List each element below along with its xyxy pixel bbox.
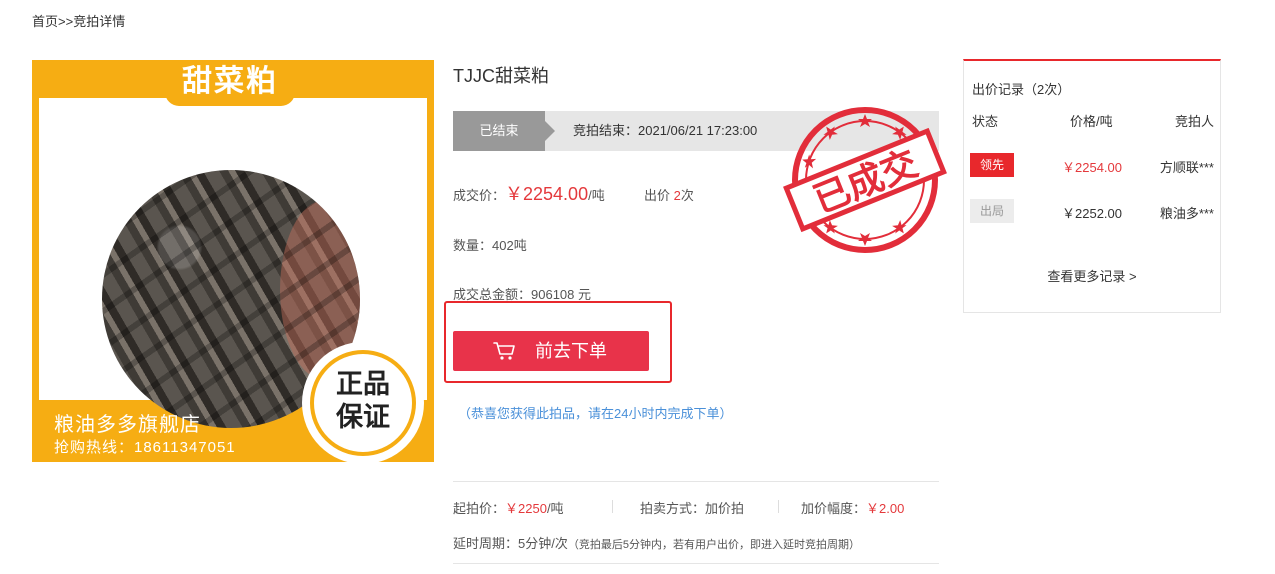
- status-out-tag: 出局: [970, 199, 1014, 223]
- delay-label: 延时周期：5分钟/次: [453, 536, 568, 551]
- breadcrumb-separator: >>: [58, 14, 74, 29]
- status-tag: 已结束: [453, 111, 555, 151]
- deal-price-label: 成交价：: [453, 188, 506, 203]
- go-order-label: 前去下单: [535, 341, 607, 361]
- product-title: TJJC甜菜粕: [453, 66, 549, 86]
- bid-count: 出价 2次: [644, 185, 694, 204]
- sold-stamp: 已成交: [783, 107, 947, 253]
- bid-records-header: 出价记录（2次）: [972, 82, 1071, 97]
- bid-count-label: 出价: [644, 188, 674, 203]
- start-price-unit: /吨: [546, 501, 564, 516]
- store-name: 粮油多多旗舰店: [54, 414, 201, 436]
- go-order-button[interactable]: 前去下单: [453, 331, 649, 371]
- info-separator: [612, 498, 613, 514]
- auction-end-time: 竞拍结束：2021/06/21 17:23:00: [573, 123, 758, 138]
- product-image: 甜菜粕 粮油多多旗舰店 抢购热线：18611347051 正品 保证: [32, 60, 434, 462]
- delay-period: 延时周期：5分钟/次（竞拍最后5分钟内，若有用户出价，即进入延时竞拍周期）: [453, 533, 860, 552]
- more-records-link[interactable]: 查看更多记录 >: [964, 266, 1220, 285]
- product-image-title: 甜菜粕: [165, 60, 295, 106]
- increment-value: ￥2.00: [866, 501, 905, 516]
- breadcrumb-home-link[interactable]: 首页: [32, 14, 58, 29]
- auction-method: 拍卖方式：加价拍: [640, 501, 745, 516]
- store-hotline: 抢购热线：18611347051: [54, 439, 236, 456]
- congrats-message: （恭喜您获得此拍品，请在24小时内完成下单）: [458, 406, 733, 421]
- bidder-name: 方顺联***: [1159, 160, 1214, 175]
- status-lead-tag: 领先: [970, 153, 1014, 177]
- genuine-badge: 正品 保证: [302, 342, 424, 462]
- bid-price: ￥2254.00: [1062, 160, 1122, 175]
- bidder-name: 粮油多***: [1159, 206, 1214, 221]
- divider: [453, 481, 939, 482]
- delay-note: （竞拍最后5分钟内，若有用户出价，即进入延时竞拍周期）: [567, 539, 860, 551]
- quantity: 数量：402吨: [453, 238, 527, 253]
- breadcrumb: 首页>>竞拍详情: [32, 11, 125, 30]
- column-price: 价格/吨: [1070, 114, 1113, 129]
- column-status: 状态: [972, 114, 999, 129]
- deal-price-row: 成交价：￥2254.00/吨: [453, 180, 605, 206]
- breadcrumb-current: 竞拍详情: [73, 14, 126, 29]
- increment: 加价幅度：￥2.00: [801, 498, 904, 517]
- badge-line-2: 保证: [336, 402, 390, 432]
- column-bidder: 竞拍人: [1174, 114, 1214, 129]
- bid-record-row: 领先 ￥2254.00 方顺联***: [970, 153, 1214, 177]
- bid-count-suffix: 次: [680, 188, 694, 203]
- info-separator: [778, 498, 779, 514]
- divider: [453, 563, 939, 564]
- bid-records-panel: 出价记录（2次） 状态 价格/吨 竞拍人 领先 ￥2254.00 方顺联*** …: [963, 59, 1221, 313]
- increment-label: 加价幅度：: [801, 501, 867, 516]
- bid-price: ￥2252.00: [1062, 206, 1122, 221]
- deal-price: ￥2254.00: [505, 184, 589, 204]
- deal-price-unit: /吨: [588, 188, 605, 203]
- bid-record-row: 出局 ￥2252.00 粮油多***: [970, 199, 1214, 223]
- start-price: 起拍价：￥2250/吨: [453, 498, 564, 517]
- badge-line-1: 正品: [336, 369, 390, 399]
- start-price-label: 起拍价：: [453, 501, 506, 516]
- cart-icon: [493, 342, 515, 360]
- bid-count-number: 2: [673, 188, 681, 203]
- start-price-value: ￥2250: [505, 501, 547, 516]
